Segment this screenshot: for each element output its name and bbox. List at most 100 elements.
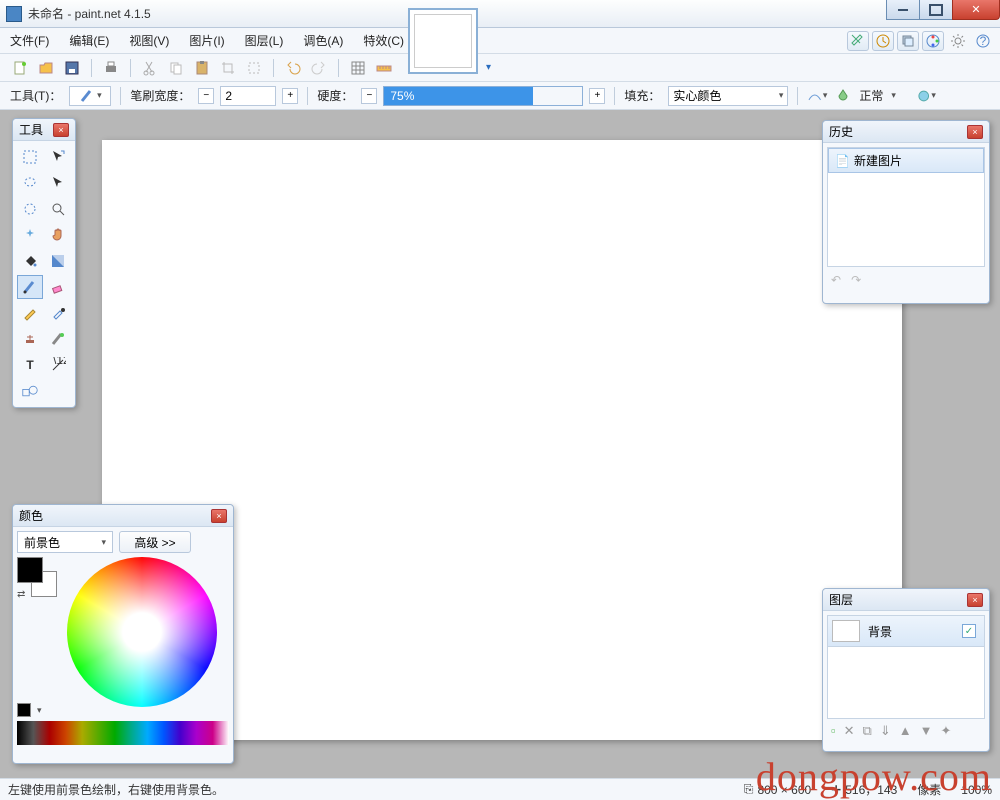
- history-item[interactable]: 📄 新建图片: [828, 148, 984, 173]
- brush-width-increase[interactable]: +: [282, 88, 298, 104]
- minimize-button[interactable]: [886, 0, 920, 20]
- copy-button[interactable]: [166, 58, 186, 78]
- grid-button[interactable]: [348, 58, 368, 78]
- zoom-tool[interactable]: [45, 197, 71, 221]
- advanced-button[interactable]: 高级 >>: [119, 531, 191, 553]
- paste-button[interactable]: [192, 58, 212, 78]
- layer-props-icon[interactable]: ✦: [940, 723, 951, 739]
- menu-adjust[interactable]: 调色(A): [293, 28, 353, 53]
- colors-panel-header[interactable]: 颜色 ×: [13, 505, 233, 527]
- move-down-icon[interactable]: ▼: [920, 723, 933, 739]
- layer-visible-checkbox[interactable]: ✓: [962, 624, 976, 638]
- brush-width-decrease[interactable]: −: [198, 88, 214, 104]
- new-button[interactable]: [10, 58, 30, 78]
- paint-bucket-tool[interactable]: [17, 249, 43, 273]
- hardness-decrease[interactable]: −: [361, 88, 377, 104]
- colors-toggle-icon[interactable]: [922, 31, 944, 51]
- duplicate-layer-icon[interactable]: ⧉: [863, 723, 872, 739]
- move-selection-tool[interactable]: [45, 145, 71, 169]
- maximize-button[interactable]: [919, 0, 953, 20]
- antialias-icon[interactable]: ▾: [807, 86, 827, 106]
- blend-icon[interactable]: [833, 86, 853, 106]
- status-unit[interactable]: 像素: [917, 781, 941, 798]
- menu-file[interactable]: 文件(F): [0, 28, 59, 53]
- overwrite-icon[interactable]: ▾: [916, 86, 936, 106]
- history-panel-close[interactable]: ×: [967, 125, 983, 139]
- rect-select-tool[interactable]: [17, 145, 43, 169]
- lasso-tool[interactable]: [17, 171, 43, 195]
- tool-options-bar: 工具(T)： ▾ 笔刷宽度： − 2 + 硬度： − 75% + 填充： 实心颜…: [0, 82, 1000, 110]
- layers-toggle-icon[interactable]: [897, 31, 919, 51]
- palette-preset-icon[interactable]: [17, 703, 31, 717]
- menu-effects[interactable]: 特效(C): [353, 28, 414, 53]
- move-up-icon[interactable]: ▲: [899, 723, 912, 739]
- history-toggle-icon[interactable]: [872, 31, 894, 51]
- swap-colors-icon[interactable]: ⇄: [17, 589, 25, 600]
- redo-button[interactable]: [309, 58, 329, 78]
- image-thumbnail[interactable]: [408, 8, 478, 74]
- layers-panel-header[interactable]: 图层 ×: [823, 589, 989, 611]
- close-button[interactable]: [952, 0, 1000, 20]
- title-bar: 未命名 - paint.net 4.1.5: [0, 0, 1000, 28]
- tools-panel-header[interactable]: 工具 ×: [13, 119, 75, 141]
- text-tool[interactable]: T: [17, 353, 43, 377]
- save-button[interactable]: [62, 58, 82, 78]
- deselect-button[interactable]: [244, 58, 264, 78]
- status-zoom[interactable]: 100%: [961, 783, 992, 797]
- palette-menu-icon[interactable]: ▾: [37, 705, 42, 716]
- history-redo-icon[interactable]: ↷: [851, 273, 861, 287]
- pencil-tool[interactable]: [17, 301, 43, 325]
- hardness-label: 硬度：: [317, 87, 353, 104]
- fill-select[interactable]: 实心颜色: [668, 86, 788, 106]
- menu-image[interactable]: 图片(I): [179, 28, 234, 53]
- color-picker-tool[interactable]: [45, 301, 71, 325]
- hardness-increase[interactable]: +: [589, 88, 605, 104]
- print-button[interactable]: [101, 58, 121, 78]
- tools-toggle-icon[interactable]: [847, 31, 869, 51]
- menu-layers[interactable]: 图层(L): [235, 28, 294, 53]
- open-button[interactable]: [36, 58, 56, 78]
- status-hint: 左键使用前景色绘制，右键使用背景色。: [8, 781, 224, 798]
- layer-thumbnail: [832, 620, 860, 642]
- shapes-tool[interactable]: [17, 379, 43, 403]
- settings-icon[interactable]: [947, 31, 969, 51]
- crop-button[interactable]: [218, 58, 238, 78]
- recolor-tool[interactable]: [45, 327, 71, 351]
- color-palette[interactable]: [17, 721, 229, 745]
- fg-color-swatch[interactable]: [17, 557, 43, 583]
- app-icon: [6, 6, 22, 22]
- merge-layer-icon[interactable]: ⇓: [880, 723, 891, 739]
- eraser-tool[interactable]: [45, 275, 71, 299]
- clone-stamp-tool[interactable]: [17, 327, 43, 351]
- help-icon[interactable]: ?: [972, 31, 994, 51]
- colors-panel-close[interactable]: ×: [211, 509, 227, 523]
- line-tool[interactable]: \12: [45, 353, 71, 377]
- tool-label: 工具(T)：: [10, 87, 61, 104]
- layer-item[interactable]: 背景 ✓: [828, 616, 984, 647]
- brush-width-input[interactable]: 2: [220, 86, 276, 106]
- color-mode-select[interactable]: 前景色: [17, 531, 113, 553]
- history-panel-header[interactable]: 历史 ×: [823, 121, 989, 143]
- history-undo-icon[interactable]: ↶: [831, 273, 841, 287]
- ruler-button[interactable]: [374, 58, 394, 78]
- layers-panel-close[interactable]: ×: [967, 593, 983, 607]
- tool-selector[interactable]: ▾: [69, 86, 111, 106]
- add-layer-icon[interactable]: ▫: [831, 723, 836, 739]
- delete-layer-icon[interactable]: ✕: [844, 723, 855, 739]
- menu-edit[interactable]: 编辑(E): [59, 28, 119, 53]
- ellipse-select-tool[interactable]: [17, 197, 43, 221]
- thumbnail-dropdown-icon[interactable]: ▾: [486, 62, 491, 73]
- gradient-tool[interactable]: [45, 249, 71, 273]
- move-tool[interactable]: [45, 171, 71, 195]
- cut-button[interactable]: [140, 58, 160, 78]
- magic-wand-tool[interactable]: [17, 223, 43, 247]
- hardness-slider[interactable]: 75%: [383, 86, 583, 106]
- color-wheel[interactable]: [67, 557, 217, 707]
- fg-bg-swatches[interactable]: ⇄: [17, 557, 57, 597]
- utility-icons: ?: [847, 28, 994, 54]
- paintbrush-tool[interactable]: [17, 275, 43, 299]
- pan-tool[interactable]: [45, 223, 71, 247]
- menu-view[interactable]: 视图(V): [119, 28, 179, 53]
- tools-panel-close[interactable]: ×: [53, 123, 69, 137]
- undo-button[interactable]: [283, 58, 303, 78]
